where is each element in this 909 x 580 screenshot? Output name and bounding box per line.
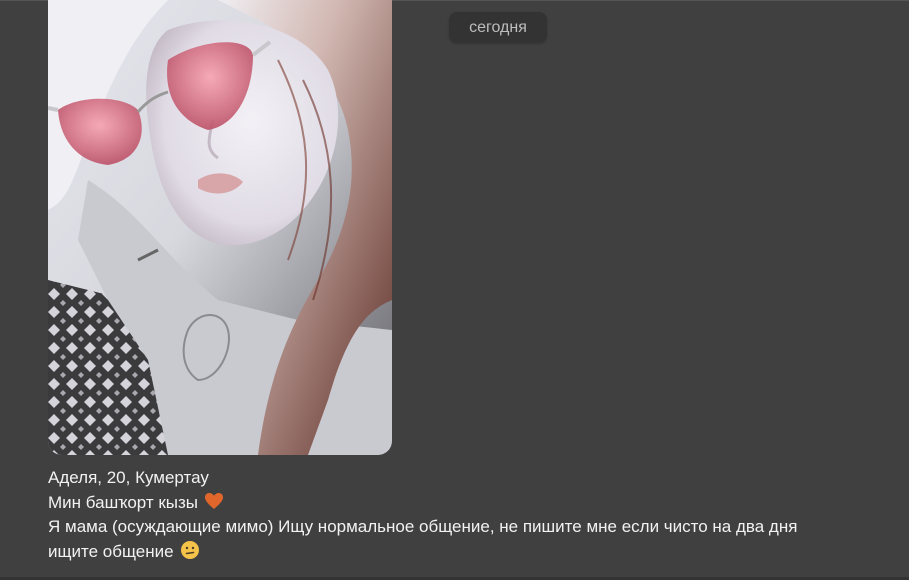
date-badge: сегодня [449, 12, 547, 43]
caption-line-about: Я мама (осуждающие мимо) Ищу нормальное … [48, 517, 798, 536]
caption-line-name: Аделя, 20, Кумертау [48, 468, 209, 487]
photo-illustration [48, 0, 392, 455]
message-caption: Аделя, 20, Кумертау Мин башҡорт кызы Я м… [48, 466, 868, 564]
caption-line-nationality: Мин башҡорт кызы [48, 491, 868, 516]
caption-line-end: ищите общение [48, 540, 868, 565]
caption-text: ищите общение [48, 541, 174, 561]
heart-emoji-icon [204, 491, 224, 511]
caption-text: Мин башҡорт кызы [48, 492, 199, 512]
profile-photo[interactable] [48, 0, 392, 455]
confused-face-emoji-icon [180, 540, 200, 560]
